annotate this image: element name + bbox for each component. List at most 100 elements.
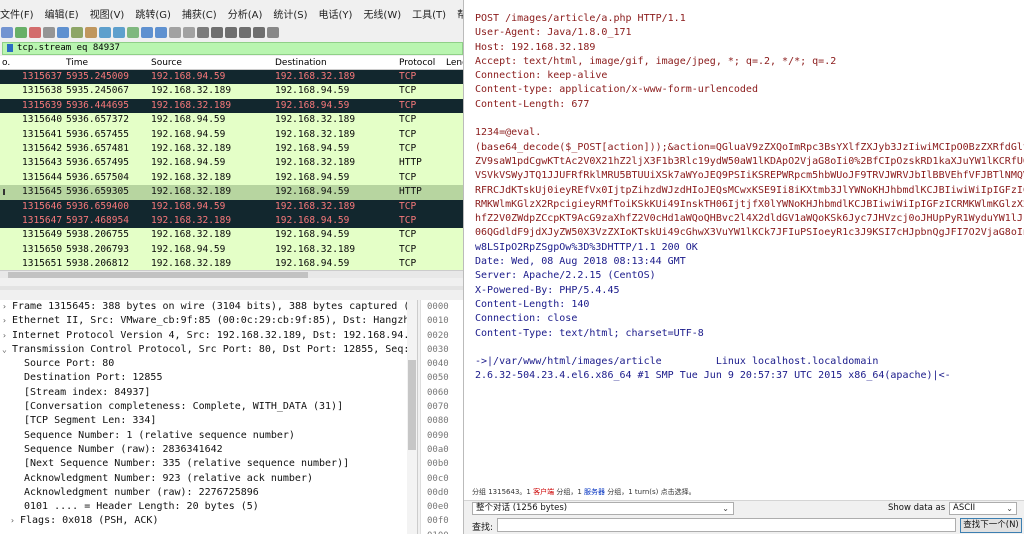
autoscroll-icon[interactable] — [211, 27, 223, 38]
column-header-no[interactable]: o. — [2, 56, 10, 70]
status-server-link[interactable]: 服务器 — [584, 488, 605, 496]
go-forward-icon[interactable] — [155, 27, 167, 38]
packet-row[interactable]: 1315641 5936.657455 192.168.94.59 192.168.3… — [0, 127, 463, 142]
packet-time: 5936.444695 — [66, 99, 129, 111]
packet-row[interactable]: 1315646 5936.659400 192.168.94.59 192.168.3… — [0, 199, 463, 214]
packet-row[interactable]: 1315642 5936.657481 192.168.32.189 192.168.… — [0, 141, 463, 157]
packet-number: 1315644 — [22, 171, 63, 183]
detail-row[interactable]: › Ethernet II, Src: VMware_cb:9f:85 (00:0… — [0, 314, 417, 328]
detail-row[interactable]: [TCP Segment Len: 334] — [0, 414, 417, 428]
zoom-out-icon[interactable] — [253, 27, 265, 38]
detail-row[interactable]: [Conversation completeness: Complete, WI… — [0, 400, 417, 414]
find-input[interactable] — [497, 518, 956, 532]
detail-row[interactable]: [Stream index: 84937] — [0, 386, 417, 400]
menu-item[interactable]: 无线(W) — [363, 6, 401, 21]
menu-item[interactable]: 工具(T) — [412, 6, 446, 21]
detail-row[interactable]: › Flags: 0x018 (PSH, ACK) — [0, 514, 417, 528]
first-packet-icon[interactable] — [183, 27, 195, 38]
detail-row[interactable]: Source Port: 80 — [0, 357, 417, 371]
packet-list-hscrollbar[interactable] — [0, 270, 463, 278]
server-stream-line: Connection: close — [475, 313, 578, 325]
packet-row[interactable]: 1315643 5936.657495 192.168.94.59 192.168.3… — [0, 156, 463, 171]
packet-time: 5937.468954 — [66, 214, 129, 226]
find-icon[interactable] — [127, 27, 139, 38]
menu-item[interactable]: 编辑(E) — [45, 6, 79, 21]
display-filter-input[interactable]: tcp.stream eq 84937 — [17, 43, 120, 53]
collapsed-arrow-icon[interactable]: › — [2, 300, 12, 314]
packet-source: 192.168.94.59 — [151, 157, 226, 169]
collapsed-arrow-icon[interactable]: › — [10, 514, 20, 528]
detail-row[interactable]: 0101 .... = Header Length: 20 bytes (5) — [0, 500, 417, 514]
packet-row[interactable]: 1315644 5936.657504 192.168.32.189 192.168.… — [0, 170, 463, 186]
packet-row[interactable]: 1315638 5935.245067 192.168.32.189 192.168.… — [0, 84, 463, 99]
column-header-protocol[interactable]: Protocol — [399, 56, 435, 70]
menu-item[interactable]: 视图(V) — [90, 6, 125, 21]
packet-time: 5936.657481 — [66, 142, 129, 154]
packet-row[interactable]: 1315647 5937.468954 192.168.32.189 192.168.… — [0, 213, 463, 229]
detail-row[interactable]: ⌄ Transmission Control Protocol, Src Port… — [0, 343, 417, 357]
detail-row[interactable]: › Internet Protocol Version 4, Src: 192.1… — [0, 329, 417, 343]
go-back-icon[interactable] — [141, 27, 153, 38]
packet-source: 192.168.32.189 — [151, 214, 232, 226]
column-header-source[interactable]: Source — [151, 56, 182, 70]
stop-capture-icon[interactable] — [29, 27, 41, 38]
open-icon[interactable] — [1, 27, 13, 38]
restart-capture-icon[interactable] — [43, 27, 55, 38]
colorize-icon[interactable] — [225, 27, 237, 38]
bookmark-icon[interactable] — [7, 43, 13, 52]
expanded-arrow-icon[interactable]: ⌄ — [2, 343, 12, 357]
show-data-as-select[interactable]: ASCII ⌄ — [949, 502, 1017, 515]
column-header-length[interactable]: Leng — [446, 56, 463, 70]
detail-row[interactable]: Acknowledgment number (raw): 2276725896 — [0, 486, 417, 500]
packet-number: 1315641 — [22, 128, 63, 140]
menu-item[interactable]: 捕获(C) — [182, 6, 217, 21]
scrollbar-thumb[interactable] — [408, 360, 416, 450]
menu-item[interactable]: 文件(F) — [0, 6, 34, 21]
packet-source: 192.168.32.189 — [151, 99, 232, 111]
menu-item[interactable]: 分析(A) — [228, 6, 263, 21]
collapsed-arrow-icon[interactable]: › — [2, 329, 12, 343]
packet-source: 192.168.94.59 — [151, 71, 226, 82]
client-stream-line: Accept: text/html, image/gif, image/jpeg… — [475, 55, 837, 67]
column-header-time[interactable]: Time — [66, 56, 88, 70]
details-vscrollbar[interactable] — [407, 300, 417, 534]
packet-row[interactable]: 1315645 5936.659305 192.168.32.189 192.168.… — [0, 185, 463, 200]
server-stream-line: ->|/var/www/html/images/article Linux lo… — [475, 356, 879, 368]
pane-splitter[interactable] — [0, 286, 463, 290]
detail-text: Ethernet II, Src: VMware_cb:9f:85 (00:0c… — [12, 315, 416, 327]
start-capture-icon[interactable] — [15, 27, 27, 38]
last-packet-icon[interactable] — [197, 27, 209, 38]
reload-icon[interactable] — [113, 27, 125, 38]
resize-columns-icon[interactable] — [267, 27, 279, 38]
detail-row[interactable]: Acknowledgment Number: 923 (relative ack… — [0, 472, 417, 486]
go-to-packet-icon[interactable] — [169, 27, 181, 38]
packet-row[interactable]: 1315650 5938.206793 192.168.94.59 192.168.3… — [0, 242, 463, 258]
detail-row[interactable]: Sequence Number (raw): 2836341642 — [0, 443, 417, 457]
open-file-icon[interactable] — [71, 27, 83, 38]
status-client-link[interactable]: 客户端 — [533, 488, 554, 496]
packet-row[interactable]: 1315649 5938.206755 192.168.32.189 192.168.… — [0, 228, 463, 243]
menu-item[interactable]: 统计(S) — [273, 6, 307, 21]
collapsed-arrow-icon[interactable]: › — [2, 314, 12, 328]
detail-row[interactable]: [Next Sequence Number: 335 (relative seq… — [0, 457, 417, 471]
save-icon[interactable] — [85, 27, 97, 38]
conversation-select[interactable]: 整个对话 (1256 bytes) ⌄ — [472, 502, 734, 515]
menu-item[interactable]: 电话(Y) — [319, 6, 353, 21]
packet-destination: 192.168.94.59 — [275, 85, 350, 97]
hex-offset: 00d0 — [427, 487, 449, 498]
display-filter-bar[interactable]: tcp.stream eq 84937 — [2, 42, 463, 55]
column-header-destination[interactable]: Destination — [275, 56, 327, 70]
options-icon[interactable] — [57, 27, 69, 38]
detail-row[interactable]: Sequence Number: 1 (relative sequence nu… — [0, 429, 417, 443]
packet-row[interactable]: 1315637 5935.245009 192.168.94.59 192.168.3… — [0, 70, 463, 85]
close-file-icon[interactable] — [99, 27, 111, 38]
packet-destination: 192.168.32.189 — [275, 243, 356, 255]
zoom-in-icon[interactable] — [239, 27, 251, 38]
packet-row[interactable]: 1315639 5936.444695 192.168.32.189 192.168.… — [0, 98, 463, 114]
detail-row[interactable]: Destination Port: 12855 — [0, 371, 417, 385]
packet-row[interactable]: 1315640 5936.657372 192.168.94.59 192.168.3… — [0, 113, 463, 128]
scrollbar-thumb[interactable] — [8, 272, 308, 278]
find-next-button[interactable]: 查找下一个(N) — [960, 518, 1022, 533]
detail-row[interactable]: › Frame 1315645: 388 bytes on wire (3104 … — [0, 300, 417, 314]
menu-item[interactable]: 跳转(G) — [135, 6, 171, 21]
